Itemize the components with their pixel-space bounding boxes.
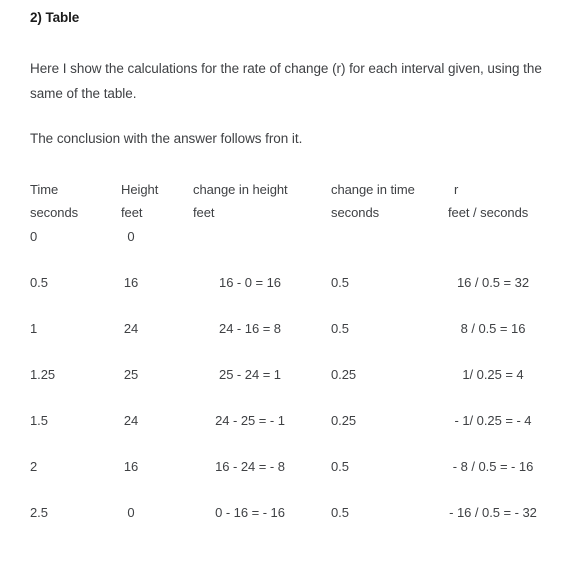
cell-change-in-time: 0.5 bbox=[331, 505, 349, 520]
column-header-change-in-height: change in height bbox=[193, 182, 288, 197]
table-header-row: Time seconds Height feet change in heigh… bbox=[0, 175, 569, 229]
table-row: 1.5 24 24 - 25 = - 1 0.25 - 1/ 0.25 = - … bbox=[0, 413, 569, 459]
conclusion-paragraph: The conclusion with the answer follows f… bbox=[30, 131, 303, 146]
cell-rate-of-change: 1/ 0.25 = 4 bbox=[462, 367, 524, 382]
cell-height: 25 bbox=[123, 367, 139, 382]
column-header-r: r bbox=[454, 182, 459, 197]
table-row: 1 24 24 - 16 = 8 0.5 8 / 0.5 = 16 bbox=[0, 321, 569, 367]
cell-change-in-height: 25 - 24 = 1 bbox=[219, 367, 281, 382]
table-row: 2 16 16 - 24 = - 8 0.5 - 8 / 0.5 = - 16 bbox=[0, 459, 569, 505]
cell-rate-of-change: 8 / 0.5 = 16 bbox=[460, 321, 526, 336]
cell-change-in-time: 0.25 bbox=[331, 413, 357, 428]
cell-rate-of-change: 16 / 0.5 = 32 bbox=[457, 275, 529, 290]
cell-height: 0 bbox=[127, 505, 135, 520]
cell-change-in-height: 16 - 24 = - 8 bbox=[215, 459, 285, 474]
cell-height: 16 bbox=[123, 459, 139, 474]
table-row: 2.5 0 0 - 16 = - 16 0.5 - 16 / 0.5 = - 3… bbox=[0, 505, 569, 551]
cell-time: 1.5 bbox=[30, 413, 48, 428]
table-body: 0 0 0.5 16 16 - 0 = 16 0.5 16 / 0.5 = 32… bbox=[0, 229, 569, 551]
column-header-height-unit: feet bbox=[121, 205, 143, 220]
cell-height: 0 bbox=[127, 229, 135, 244]
column-header-change-in-time: change in time bbox=[331, 182, 415, 197]
cell-time: 0.5 bbox=[30, 275, 48, 290]
column-header-r-unit: feet / seconds bbox=[448, 205, 529, 220]
cell-rate-of-change: - 1/ 0.25 = - 4 bbox=[454, 413, 532, 428]
page-title: 2) Table bbox=[30, 10, 80, 25]
cell-change-in-time: 0.25 bbox=[331, 367, 357, 382]
rate-of-change-table: Time seconds Height feet change in heigh… bbox=[0, 175, 569, 551]
column-header-change-in-time-unit: seconds bbox=[331, 205, 380, 220]
cell-time: 2 bbox=[30, 459, 38, 474]
cell-rate-of-change: - 16 / 0.5 = - 32 bbox=[449, 505, 537, 520]
column-header-time: Time bbox=[30, 182, 59, 197]
table-row: 1.25 25 25 - 24 = 1 0.25 1/ 0.25 = 4 bbox=[0, 367, 569, 413]
cell-height: 16 bbox=[123, 275, 139, 290]
cell-change-in-time: 0.5 bbox=[331, 275, 349, 290]
cell-height: 24 bbox=[123, 321, 139, 336]
table-row: 0 0 bbox=[0, 229, 569, 275]
document-page: 2) Table Here I show the calculations fo… bbox=[0, 0, 569, 584]
cell-time: 1.25 bbox=[30, 367, 56, 382]
column-header-time-unit: seconds bbox=[30, 205, 79, 220]
cell-height: 24 bbox=[123, 413, 139, 428]
cell-change-in-height: 16 - 0 = 16 bbox=[219, 275, 281, 290]
cell-time: 0 bbox=[30, 229, 38, 244]
cell-change-in-time: 0.5 bbox=[331, 321, 349, 336]
cell-change-in-height: 24 - 25 = - 1 bbox=[215, 413, 285, 428]
cell-change-in-height: 0 - 16 = - 16 bbox=[215, 505, 285, 520]
intro-paragraph: Here I show the calculations for the rat… bbox=[30, 61, 542, 101]
column-header-height: Height bbox=[121, 182, 159, 197]
column-header-change-in-height-unit: feet bbox=[193, 205, 215, 220]
cell-change-in-time: 0.5 bbox=[331, 459, 349, 474]
cell-time: 1 bbox=[30, 321, 38, 336]
cell-change-in-height: 24 - 16 = 8 bbox=[219, 321, 281, 336]
cell-rate-of-change: - 8 / 0.5 = - 16 bbox=[452, 459, 534, 474]
table-row: 0.5 16 16 - 0 = 16 0.5 16 / 0.5 = 32 bbox=[0, 275, 569, 321]
cell-time: 2.5 bbox=[30, 505, 48, 520]
